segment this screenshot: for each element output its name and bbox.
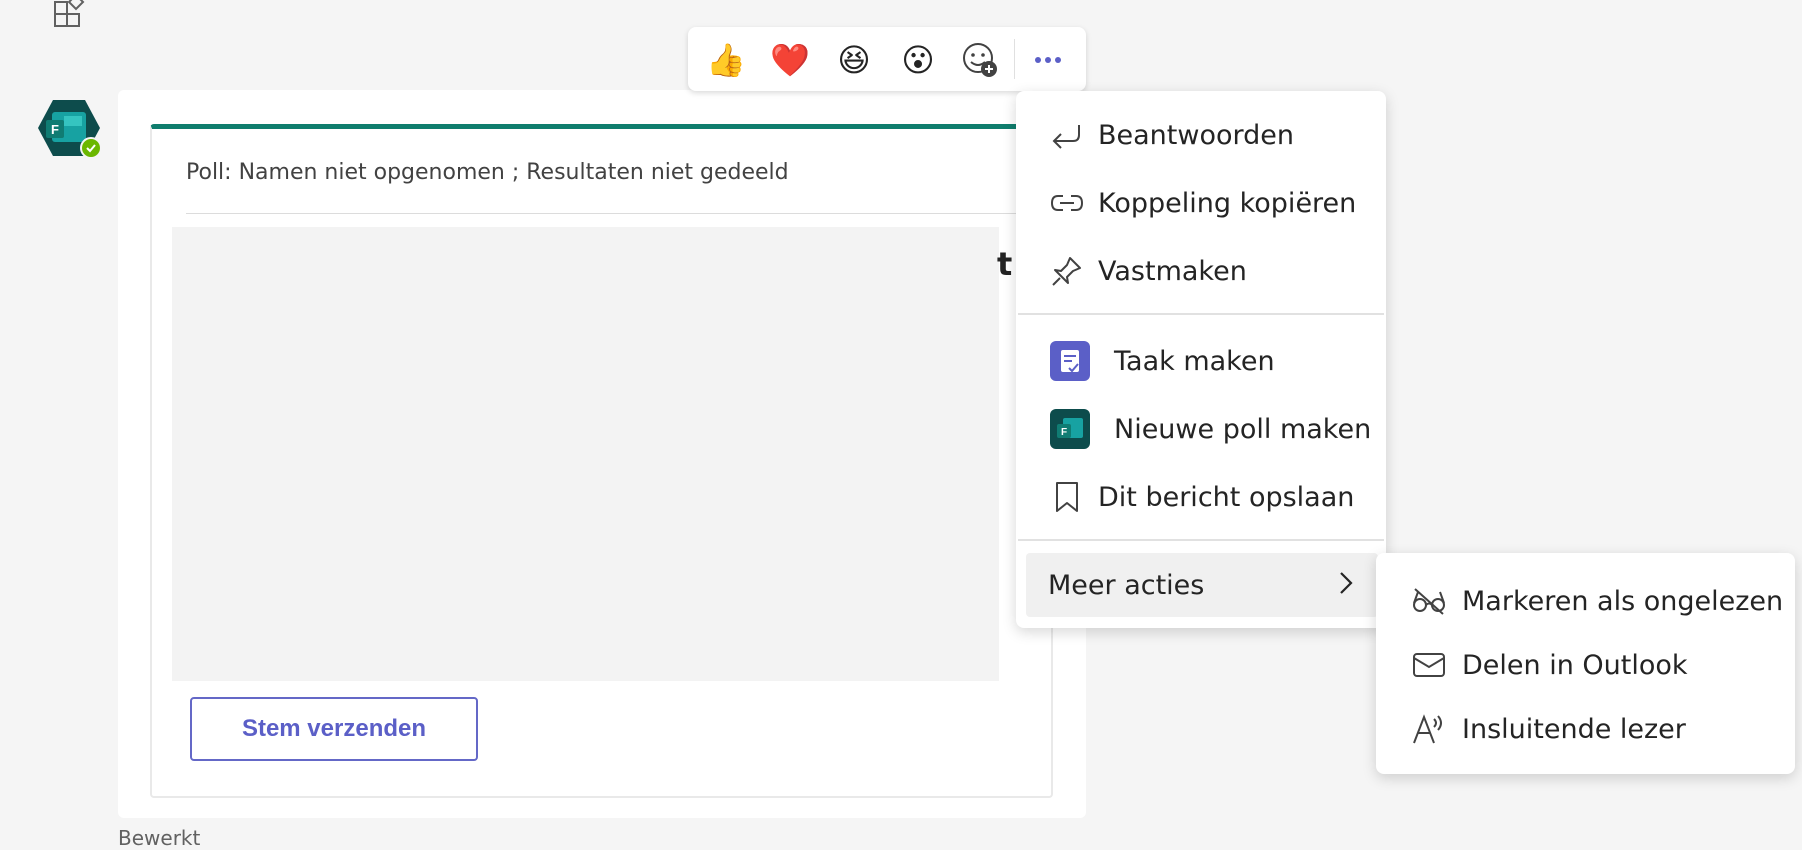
card-header: Poll: Namen niet opgenomen ; Resultaten …	[186, 160, 789, 185]
menu-item-reply[interactable]: Beantwoorden	[1016, 103, 1386, 167]
card-divider	[186, 213, 1034, 214]
forms-app-icon: F	[1050, 409, 1090, 449]
heart-reaction-icon[interactable]: ❤️	[770, 40, 810, 80]
menu-separator	[1018, 313, 1384, 315]
more-options-icon[interactable]	[1028, 40, 1068, 80]
submit-vote-button[interactable]: Stem verzenden	[190, 697, 478, 761]
menu-item-new-poll[interactable]: F Nieuwe poll maken	[1016, 397, 1386, 461]
glasses-off-icon	[1412, 584, 1446, 618]
pin-icon	[1050, 254, 1084, 288]
menu-item-pin[interactable]: Vastmaken	[1016, 239, 1386, 303]
status-available-icon	[80, 137, 102, 159]
surprised-reaction-icon[interactable]: 😮	[898, 40, 938, 80]
mail-icon	[1412, 648, 1446, 682]
message-context-menu: Beantwoorden Koppeling kopiëren Vastmake…	[1016, 91, 1386, 628]
bookmark-icon	[1050, 480, 1084, 514]
thumbs-up-reaction-icon[interactable]: 👍	[706, 40, 746, 80]
chevron-right-icon	[1338, 570, 1354, 600]
edited-label: Bewerkt	[118, 826, 201, 850]
menu-item-mark-unread[interactable]: Markeren als ongelezen	[1376, 571, 1795, 631]
apps-icon[interactable]	[52, 0, 86, 28]
reaction-bar-divider	[1014, 39, 1015, 79]
menu-item-create-task[interactable]: Taak maken	[1016, 329, 1386, 393]
reply-icon	[1050, 118, 1084, 152]
menu-item-immersive-reader[interactable]: Insluitende lezer	[1376, 699, 1795, 759]
card-content-placeholder	[172, 227, 999, 681]
svg-text:F: F	[51, 122, 59, 137]
poll-question-fragment: t	[997, 245, 1013, 283]
menu-item-share-outlook[interactable]: Delen in Outlook	[1376, 635, 1795, 695]
menu-item-more-actions[interactable]: Meer acties	[1026, 553, 1378, 617]
menu-separator	[1018, 539, 1384, 541]
reaction-bar: 👍 ❤️ 😆 😮	[688, 27, 1086, 91]
add-reaction-icon[interactable]	[960, 40, 1000, 80]
menu-item-copy-link[interactable]: Koppeling kopiëren	[1016, 171, 1386, 235]
more-actions-submenu: Markeren als ongelezen Delen in Outlook …	[1376, 553, 1795, 774]
svg-text:F: F	[1061, 427, 1067, 438]
menu-item-save-message[interactable]: Dit bericht opslaan	[1016, 465, 1386, 529]
link-icon	[1050, 186, 1084, 220]
immersive-reader-icon	[1412, 712, 1446, 746]
laugh-reaction-icon[interactable]: 😆	[834, 40, 874, 80]
tasks-app-icon	[1050, 341, 1090, 381]
